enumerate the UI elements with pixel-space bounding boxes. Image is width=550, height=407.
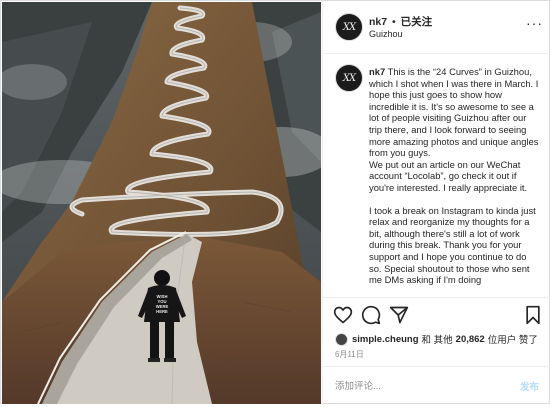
bookmark-icon[interactable] [523, 305, 543, 325]
hoodie-text-4: HERE [156, 309, 168, 314]
comment-icon[interactable] [361, 305, 381, 325]
mountain-road-photo: WISH YOU WERE HERE [2, 2, 321, 404]
comment-input[interactable] [335, 378, 495, 394]
likes-summary[interactable]: simple.cheung 和 其他 20,862 位用户 赞了 [335, 332, 538, 346]
comments-area[interactable]: XX nk7 This is the “24 Curves” in Guizho… [323, 54, 550, 297]
heart-icon[interactable] [333, 305, 353, 325]
header-line: nk7 • 已关注 [369, 14, 432, 29]
post-side-panel: XX nk7 • 已关注 Guizhou ··· XX nk7 This is … [322, 1, 550, 405]
share-icon[interactable] [389, 305, 409, 325]
caption-username[interactable]: nk7 [369, 66, 385, 77]
likes-suffix: 位用户 赞了 [487, 335, 538, 346]
post-photo[interactable]: WISH YOU WERE HERE [2, 2, 321, 404]
post-comment-button[interactable]: 发布 [520, 379, 539, 393]
likes-count[interactable]: 20,862 [456, 334, 485, 345]
post-date[interactable]: 6月11日 [335, 349, 364, 360]
caption-paragraph-2: We put out an article on our WeChat acco… [369, 158, 528, 193]
more-options-icon[interactable]: ··· [526, 15, 543, 31]
post-location[interactable]: Guizhou [369, 29, 403, 39]
add-comment-section: 发布 [323, 366, 550, 407]
instagram-post: WISH YOU WERE HERE XX nk7 • 已关注 Guizhou … [0, 0, 550, 405]
caption-avatar[interactable]: XX [335, 64, 363, 92]
author-username[interactable]: nk7 [369, 16, 387, 28]
liker-username[interactable]: simple.cheung [352, 334, 419, 345]
separator-dot: • [392, 16, 396, 28]
post-actions: simple.cheung 和 其他 20,862 位用户 赞了 6月11日 发… [323, 297, 550, 406]
likes-connector: 和 其他 [421, 335, 453, 346]
caption-paragraph-3: I took a break on Instagram to kinda jus… [369, 204, 536, 286]
liker-avatar [335, 332, 348, 346]
action-icons [333, 305, 543, 327]
post-caption: nk7 This is the “24 Curves” in Guizhou, … [369, 66, 539, 286]
follow-status-button[interactable]: 已关注 [401, 16, 433, 28]
caption-paragraph-1: This is the “24 Curves” in Guizhou, whic… [369, 66, 539, 159]
post-header: XX nk7 • 已关注 Guizhou ··· [323, 1, 550, 54]
avatar-monogram: XX [342, 21, 356, 33]
avatar-monogram: XX [342, 72, 356, 84]
author-avatar[interactable]: XX [335, 13, 363, 41]
